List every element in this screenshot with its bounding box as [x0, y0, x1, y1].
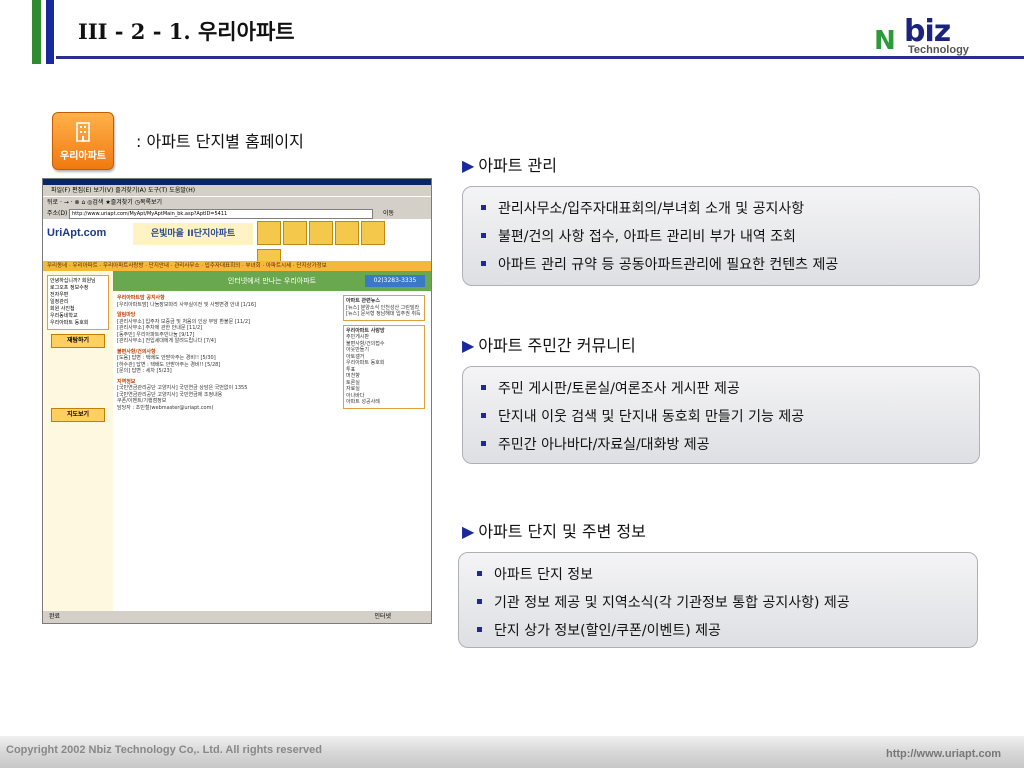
site-section-title: 불편사항/건의사항 [117, 348, 156, 355]
site-line: [뉴스] 문서형 정남해데 입주권 취득 [346, 311, 421, 317]
apartment-building-icon: 우리아파트 [52, 112, 114, 170]
header-accent-blue [46, 0, 54, 64]
section-title: 아파트 주민간 커뮤니티 [478, 336, 636, 355]
bullet-icon [477, 570, 482, 576]
section-heading-community: ▶ 아파트 주민간 커뮤니티 [462, 332, 636, 356]
logo-n: N [874, 26, 896, 56]
building-glyph-icon [76, 122, 90, 142]
nbiz-logo: N biz Technology [870, 14, 980, 58]
bullet-icon [481, 440, 486, 446]
site-line: [관리사무소] 전입세대에게 알려드립니다 [7/4] [117, 338, 216, 344]
section-title: 아파트 단지 및 주변 정보 [478, 522, 646, 541]
address-url: http://www.uriapt.com/MyApt/MyAptMain_bk… [69, 209, 373, 219]
site-phone: 02)3283-3335 [365, 275, 425, 287]
triangle-bullet-icon: ▶ [462, 522, 475, 541]
list-item: 불편/건의 사항 접수, 아파트 관리비 부가 내역 조회 [481, 223, 967, 251]
bullet-icon [481, 232, 486, 238]
browser-menubar: 파일(F) 편집(E) 보기(V) 즐겨찾기(A) 도구(T) 도움말(H) [43, 185, 431, 196]
site-green-band: 인터넷에서 만나는 우리아파트 02)3283-3335 [113, 271, 431, 291]
site-right-column: 아파트 관련뉴스 [뉴스] 분양소식 인천성산 그린빌라 [뉴스] 문서형 정남해데… [343, 295, 425, 413]
left-item: 우리동네학교 [50, 313, 78, 319]
status-done: 완료 [49, 613, 61, 620]
left-button-1: 지도보기 [51, 408, 105, 422]
site-section: 불편사항/건의사항 [도움] 답변 : 택배도 안받아주는 경비!! [5/30]… [117, 349, 349, 375]
site-section: 알림마당 [관리사무소] 입주자 보증금 및 처음의 인상 부담 환불문 [11/… [117, 312, 349, 345]
site-right-box-title: 우리아파트 사랑방 [346, 327, 385, 334]
list-item: 관리사무소/입주자대표회의/부녀회 소개 및 공지사항 [481, 195, 967, 223]
triangle-bullet-icon: ▶ [462, 336, 475, 355]
footer-url: http://www.uriapt.com [886, 748, 1002, 760]
site-main-content: 우리아파트맘 공지사항 [우리아파트맘] 나눔장보따리 사무실이전 및 사명변경 … [117, 295, 349, 415]
section-heading-area-info: ▶ 아파트 단지 및 주변 정보 [462, 518, 646, 542]
browser-address-bar: 주소(D) http://www.uriapt.com/MyApt/MyAptM… [43, 208, 431, 219]
left-item: 일정관리 [50, 299, 69, 305]
section-heading-management: ▶ 아파트 관리 [462, 152, 557, 176]
bullet-icon [477, 626, 482, 632]
site-right-box: 아파트 관련뉴스 [뉴스] 분양소식 인천성산 그린빌라 [뉴스] 문서형 정남해데… [343, 295, 425, 321]
site-section-title: 알림마당 [117, 312, 136, 318]
bullet-icon [481, 412, 486, 418]
left-info-box: 안녕하십니까? 회원님 로그오프 정보수정 전자우편 일정관리 회원 사진첩 우리동네학교… [47, 275, 109, 330]
site-line: 담당자 : 조민철(webmaster@uriapt.com) [117, 404, 214, 411]
left-item: 회원 사진첩 [50, 306, 75, 312]
browser-screenshot: 파일(F) 편집(E) 보기(V) 즐겨찾기(A) 도구(T) 도움말(H) 뒤… [42, 178, 432, 624]
site-section-title: 우리아파트맘 공지사항 [117, 295, 165, 301]
bullet-icon [481, 260, 486, 266]
site-header: UriApt.com 은빛마을 II단지아파트 [43, 219, 431, 273]
left-item: 전자우편 [50, 292, 69, 298]
left-item: 로그오프 정보수정 [50, 285, 89, 291]
left-item: 안녕하십니까? 회원님 [50, 278, 96, 284]
site-banner: 은빛마을 II단지아파트 [133, 223, 253, 245]
bullet-icon [481, 384, 486, 390]
logo-technology: Technology [908, 44, 969, 56]
list-item: 주민 게시판/토론실/여론조사 게시판 제공 [481, 375, 967, 403]
bullet-icon [477, 598, 482, 604]
site-section: 지역정보 [국민연금관리공단 고양지사] 국민연금 상담은 국번없이 1355 [국… [117, 379, 349, 412]
list-item: 주민간 아나바다/자료실/대화방 제공 [481, 431, 967, 459]
site-line: 아파트 성공사례 [346, 399, 380, 405]
site-line: [우리아파트맘] 나눔장보따리 사무실이전 및 사명변경 안내 [1/16] [117, 301, 256, 308]
site-section: 우리아파트맘 공지사항 [우리아파트맘] 나눔장보따리 사무실이전 및 사명변경 … [117, 295, 349, 308]
section-panel-community: 주민 게시판/토론실/여론조사 게시판 제공 단지내 이웃 검색 및 단지내 동… [462, 366, 980, 464]
list-item: 아파트 관리 규약 등 공동아파트관리에 필요한 컨텐츠 제공 [481, 251, 967, 279]
triangle-bullet-icon: ▶ [462, 156, 475, 175]
browser-toolbar: 뒤로 · → · ⊗ ⌂ ◎검색 ★즐겨찾기 ◷목록보기 [43, 196, 431, 208]
site-nav: 우리동네 · 우리아파트 · 우리아파트사랑방 · 단지안내 · 관리사무소 ·… [43, 261, 431, 271]
section-title: 아파트 관리 [478, 156, 557, 175]
site-right-box: 우리아파트 사랑방 주민게시판 불편사항/건의접수 아웃만들기 아토갤거 우리아파트 동호… [343, 324, 425, 409]
left-button-0: 재탐하기 [51, 334, 105, 348]
list-item: 단지 상가 정보(할인/쿠폰/이벤트) 제공 [477, 617, 965, 645]
left-item: 우리아파트 동호회 [50, 320, 89, 326]
site-logo: UriApt.com [47, 227, 107, 239]
app-icon-label: 우리아파트 [60, 151, 106, 162]
section-panel-management: 관리사무소/입주자대표회의/부녀회 소개 및 공지사항 불편/건의 사항 접수,… [462, 186, 980, 286]
subtitle: : 아파트 단지별 홈페이지 [136, 132, 304, 151]
site-section-title: 지역정보 [117, 378, 136, 385]
status-zone: 인터넷 [374, 613, 391, 620]
list-item: 아파트 단지 정보 [477, 561, 965, 589]
site-line: [문의] 답변 : 세차 [5/23] [117, 368, 172, 374]
bullet-icon [481, 204, 486, 210]
list-item: 기관 정보 제공 및 지역소식(각 기관정보 통합 공지사항) 제공 [477, 589, 965, 617]
list-item: 단지내 이웃 검색 및 단지내 동호회 만들기 기능 제공 [481, 403, 967, 431]
section-panel-area-info: 아파트 단지 정보 기관 정보 제공 및 지역소식(각 기관정보 통합 공지사항… [458, 552, 978, 648]
browser-statusbar: 완료 인터넷 [43, 611, 431, 623]
site-right-box-title: 아파트 관련뉴스 [346, 298, 380, 304]
page-title: III - 2 - 1. 우리아파트 [78, 19, 295, 44]
site-icons [257, 221, 407, 273]
footer-copyright: Copyright 2002 Nbiz Technology Co,. Ltd.… [6, 744, 322, 756]
go-button: 이동 [383, 210, 395, 217]
header-accent-green [32, 0, 41, 64]
site-left-column: 안녕하십니까? 회원님 로그오프 정보수정 전자우편 일정관리 회원 사진첩 우리동네학교… [43, 271, 113, 611]
address-label: 주소(D) [47, 210, 68, 217]
green-band-text: 인터넷에서 만나는 우리아파트 [227, 277, 317, 285]
